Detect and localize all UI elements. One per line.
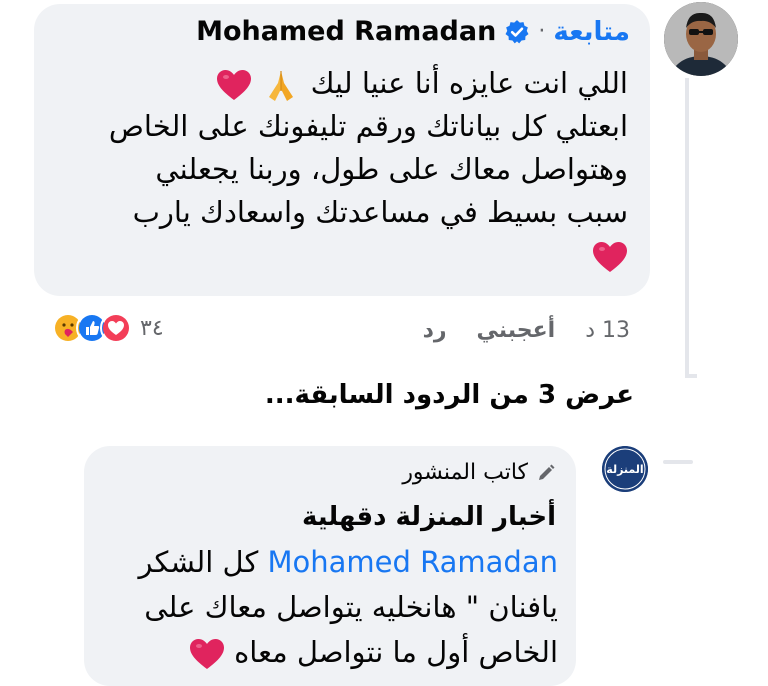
mention-link[interactable]: Mohamed Ramadan <box>268 545 559 579</box>
reply-text: Mohamed Ramadan كل الشكر يافنان " هانخلي… <box>88 540 558 675</box>
comment-line <box>48 234 628 277</box>
commenter-avatar[interactable] <box>664 2 738 76</box>
comment-line: ابعتلي كل بياناتك ورقم تليفونك على الخاص <box>108 109 628 143</box>
view-previous-replies-link[interactable]: عرض 3 من الردود السابقة... <box>265 380 634 410</box>
person-avatar-icon <box>664 2 738 76</box>
comment-line: سبب بسيط في مساعدتك واسعادك يارب <box>132 195 628 229</box>
heart-icon <box>593 242 627 272</box>
reply-line: الخاص أول ما نتواصل معاه <box>88 630 558 675</box>
comment-text: اللي انت عايزه أنا عنيا ليك ابعتلي كل بي… <box>48 62 628 277</box>
comment-bubble: متابعة · Mohamed Ramadan اللي انت عايزه … <box>34 4 650 296</box>
pencil-icon <box>539 464 555 480</box>
love-icon <box>100 312 132 344</box>
separator-dot: · <box>538 19 546 44</box>
reply-line: Mohamed Ramadan كل الشكر <box>88 540 559 585</box>
comment-header: متابعة · Mohamed Ramadan <box>196 16 630 47</box>
reply-line-text: كل الشكر <box>138 545 259 579</box>
heart-icon <box>189 639 224 669</box>
page-avatar[interactable]: المنزلة <box>602 446 648 492</box>
comment-line-text: اللي انت عايزه أنا عنيا ليك <box>310 66 628 100</box>
author-badge: كاتب المنشور <box>402 460 556 485</box>
reply-line-text: الخاص أول ما نتواصل معاه <box>234 635 558 669</box>
praying-hands-icon <box>269 71 294 101</box>
comment-timestamp[interactable]: 13 د <box>585 318 630 343</box>
thread-connector <box>685 374 697 378</box>
page-logo-text: المنزلة <box>606 463 643 476</box>
reaction-count: ٣٤ <box>140 315 164 341</box>
comment-line: اللي انت عايزه أنا عنيا ليك <box>48 62 628 105</box>
heart-icon <box>217 70 252 100</box>
reactions-summary[interactable]: ٣٤ <box>52 312 164 344</box>
reply-bubble: كاتب المنشور أخبار المنزلة دقهلية Mohame… <box>84 446 576 686</box>
author-badge-label: كاتب المنشور <box>402 460 528 485</box>
reply-button[interactable]: رد <box>423 318 447 343</box>
follow-button[interactable]: متابعة <box>553 17 630 47</box>
like-button[interactable]: أعجبني <box>477 318 556 343</box>
comment-actions: 13 د أعجبني رد <box>380 312 630 348</box>
commenter-name[interactable]: Mohamed Ramadan <box>196 16 496 47</box>
page-logo-icon: المنزلة <box>602 446 648 492</box>
page-name[interactable]: أخبار المنزلة دقهلية <box>302 502 556 532</box>
verified-badge-icon <box>505 19 529 43</box>
reply-line: يافنان " هانخليه يتواصل معاك على <box>144 590 558 624</box>
thread-line <box>685 78 689 378</box>
comment-line: وهتواصل معاك على طول، وربنا يجعلني <box>155 152 628 186</box>
reply-connector <box>663 460 693 464</box>
